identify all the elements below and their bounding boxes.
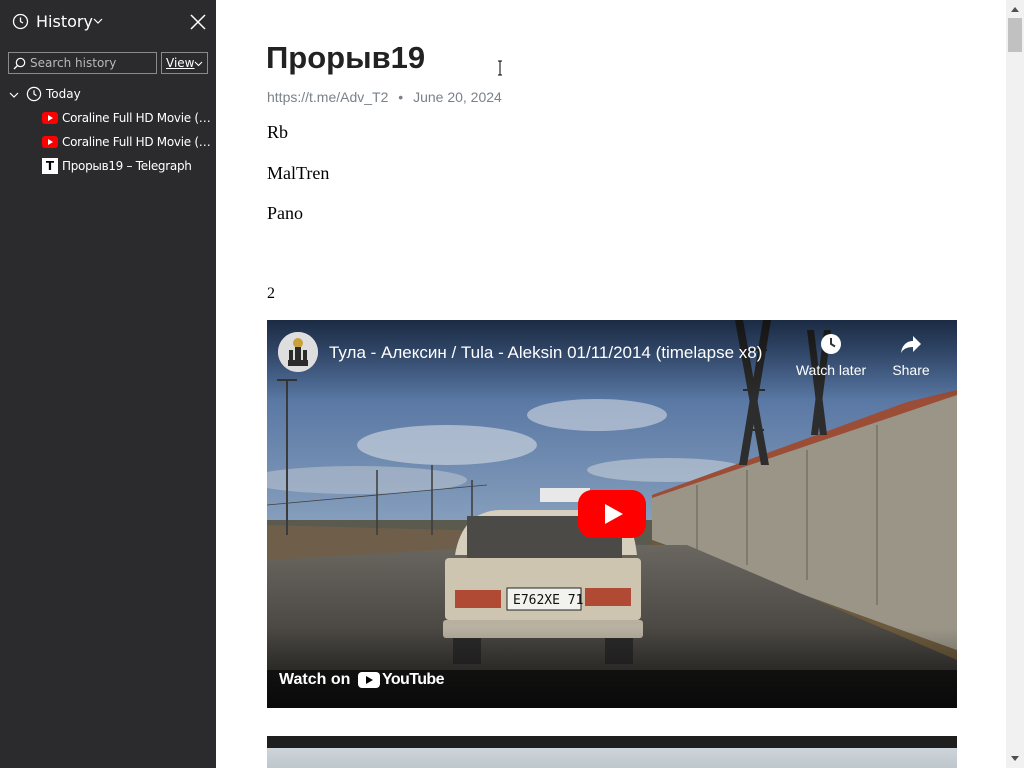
youtube-embed[interactable]: Е762ХЕ 71 Тула - Алексин / Tula - Aleksi…: [267, 320, 957, 708]
second-embed[interactable]: [267, 736, 957, 768]
youtube-wordmark: YouTube: [382, 671, 444, 688]
scroll-up-button[interactable]: [1006, 0, 1024, 18]
history-title[interactable]: History: [36, 12, 93, 31]
history-panel: History View Today Coraline Full HD: [0, 0, 216, 768]
text-cursor-icon: [498, 60, 502, 76]
scrollbar-thumb[interactable]: [1008, 18, 1022, 52]
article-meta: https://t.me/Adv_T2 • June 20, 2024: [267, 89, 502, 105]
share-label: Share: [892, 362, 930, 378]
history-panel-header: History: [0, 0, 216, 44]
close-icon[interactable]: [189, 13, 207, 31]
license-plate: Е762ХЕ 71: [513, 593, 583, 608]
view-dropdown-button[interactable]: View: [161, 52, 208, 74]
author-link[interactable]: https://t.me/Adv_T2: [267, 89, 388, 105]
article-page: Прорыв19 https://t.me/Adv_T2 • June 20, …: [216, 0, 1006, 768]
video-title[interactable]: Тула - Алексин / Tula - Aleksin 01/11/20…: [329, 343, 789, 363]
youtube-icon: [42, 112, 58, 124]
vertical-scrollbar[interactable]: [1006, 0, 1024, 768]
channel-logo-icon: [278, 332, 318, 372]
watch-on-youtube-button[interactable]: Watch on YouTube: [267, 662, 444, 698]
share-icon: [901, 336, 921, 353]
history-item-label: Coraline Full HD Movie (2009) Hindi Dubb…: [62, 111, 212, 125]
play-button[interactable]: [578, 490, 646, 538]
chevron-down-icon: [194, 61, 203, 67]
watch-on-label: Watch on: [279, 671, 351, 688]
youtube-icon: [358, 672, 380, 688]
chevron-down-icon[interactable]: [93, 18, 103, 25]
group-label: Today: [46, 87, 81, 101]
history-item[interactable]: Coraline Full HD Movie (2009) Hindi Dubb…: [0, 108, 216, 130]
second-embed-thumbnail: [267, 748, 957, 768]
telegraph-icon: T: [42, 158, 58, 174]
history-item[interactable]: Coraline Full HD Movie (2009) Hindi Dubb…: [0, 132, 216, 154]
watch-later-button[interactable]: Watch later: [791, 330, 871, 380]
history-item[interactable]: T Прорыв19 – Telegraph: [0, 156, 216, 178]
arrow-up-icon: [1011, 7, 1019, 12]
arrow-down-icon: [1011, 756, 1019, 761]
chevron-down-icon[interactable]: [9, 92, 19, 99]
article-paragraph: MalTren: [267, 163, 330, 183]
article-title: Прорыв19: [266, 40, 426, 75]
view-label: View: [166, 56, 195, 70]
scroll-down-button[interactable]: [1006, 750, 1024, 768]
youtube-icon: [42, 136, 58, 148]
search-history-box[interactable]: [8, 52, 157, 74]
watch-later-label: Watch later: [795, 362, 867, 378]
clock-icon: [821, 334, 841, 354]
history-item-label: Прорыв19 – Telegraph: [62, 159, 192, 173]
article-date: June 20, 2024: [413, 89, 502, 105]
channel-avatar[interactable]: [278, 332, 318, 372]
article-paragraph: 2: [267, 285, 275, 302]
share-button[interactable]: Share: [871, 330, 951, 380]
meta-separator: •: [398, 89, 404, 105]
article-paragraph: Pano: [267, 203, 303, 223]
search-icon: [13, 57, 26, 70]
article-paragraph: Rb: [267, 122, 289, 142]
clock-icon: [26, 86, 42, 102]
history-item-label: Coraline Full HD Movie (2009) Hindi Dubb…: [62, 135, 212, 149]
search-history-input[interactable]: [30, 54, 154, 72]
history-group-today[interactable]: Today: [0, 84, 216, 106]
clock-icon: [12, 13, 29, 30]
